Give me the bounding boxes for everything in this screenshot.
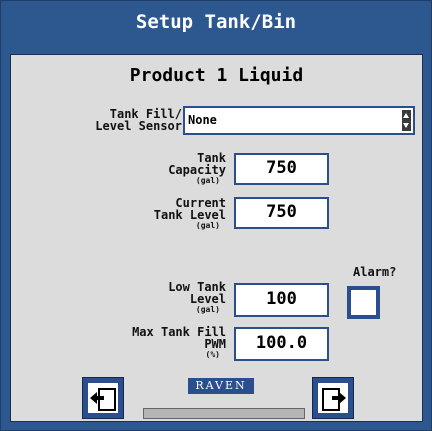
alarm-checkbox[interactable]	[347, 286, 380, 319]
sensor-label: Tank Fill/ Level Sensor	[95, 108, 182, 132]
next-button[interactable]	[312, 377, 354, 419]
low-level-input[interactable]: 100	[234, 283, 329, 317]
low-level-unit: (gal)	[195, 305, 220, 314]
document-arrow-left-icon	[88, 383, 118, 413]
sensor-dropdown-value: None	[188, 113, 217, 127]
raven-logo: RAVEN	[188, 378, 254, 394]
low-level-label-line2: Level	[189, 292, 226, 306]
alarm-label: Alarm?	[353, 265, 397, 279]
current-level-label: Current Tank Level (gal)	[154, 197, 226, 230]
setup-tank-window: Setup Tank/Bin Product 1 Liquid Tank Fil…	[0, 0, 432, 431]
capacity-label: Tank Capacity (gal)	[168, 152, 226, 185]
product-title: Product 1 Liquid	[129, 65, 304, 86]
max-fill-pwm-input[interactable]: 100.0	[234, 327, 329, 361]
settings-panel: Product 1 Liquid Tank Fill/ Level Sensor…	[10, 54, 423, 422]
capacity-input[interactable]: 750	[234, 153, 329, 185]
capacity-unit: (gal)	[195, 176, 220, 185]
current-level-input[interactable]: 750	[234, 197, 329, 229]
sensor-dropdown[interactable]: None	[183, 106, 415, 135]
document-arrow-right-icon	[318, 383, 348, 413]
capacity-label-line2: Capacity	[168, 163, 226, 177]
max-fill-pwm-label: Max Tank Fill PWM (%)	[132, 326, 226, 359]
low-level-label: Low Tank Level (gal)	[168, 281, 226, 314]
current-level-label-line2: Tank Level	[153, 208, 226, 222]
window-title: Setup Tank/Bin	[135, 11, 297, 33]
current-level-unit: (gal)	[195, 221, 220, 230]
up-down-spinner-icon[interactable]	[402, 110, 411, 131]
max-fill-pwm-unit: (%)	[205, 350, 220, 359]
progress-bar	[143, 408, 305, 419]
sensor-label-line2: Level Sensor	[95, 119, 182, 133]
back-button[interactable]	[82, 377, 124, 419]
max-fill-pwm-label-line2: PWM	[204, 337, 226, 351]
